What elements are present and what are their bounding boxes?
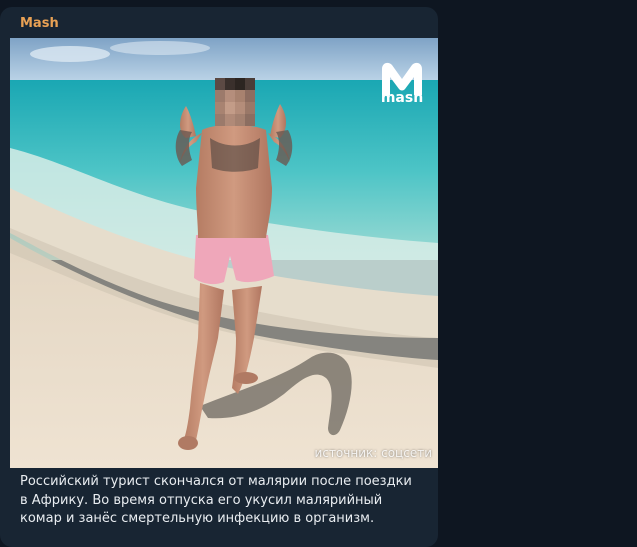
beach-photo-image [10,38,438,468]
message-bubble: Mash mash источник: соцсети Российский т… [0,7,438,547]
mash-logo-text: mash [380,90,424,106]
message-text: Российский турист скончался от малярии п… [20,474,412,526]
message-photo[interactable]: mash источник: соцсети [10,38,438,468]
photo-source-caption: источник: соцсети [314,446,432,460]
channel-name[interactable]: Mash [20,16,59,31]
